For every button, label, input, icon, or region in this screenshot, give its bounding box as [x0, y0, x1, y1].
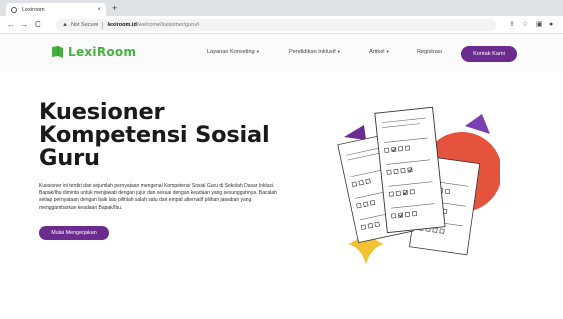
book-logo-icon: [51, 45, 64, 59]
back-button[interactable]: ←: [7, 20, 15, 29]
title-line: Kompetensi Sosial: [39, 122, 270, 148]
title-line: Kuesioner: [39, 99, 165, 125]
nav-label: Registrasi: [417, 49, 442, 55]
chevron-down-icon: ▾: [386, 49, 389, 54]
tab-close-icon[interactable]: ×: [97, 7, 101, 13]
chevron-down-icon: ▾: [337, 49, 340, 54]
new-tab-button[interactable]: +: [112, 3, 117, 13]
nav-label: Artikel: [369, 49, 385, 55]
nav-label: Pendidikan Inklusif: [289, 49, 336, 55]
site-favicon-icon: [11, 6, 17, 13]
not-secure-warning-icon: ▲: [62, 22, 68, 28]
url-path: /welcome/kuisioner/guru#: [136, 22, 200, 28]
hero-description: Kuesioner ini terdiri dari sejumlah pern…: [39, 183, 277, 211]
browser-tab[interactable]: Lexiroom ×: [6, 3, 106, 16]
logo-text: LexiRoom: [68, 45, 137, 59]
forward-button[interactable]: →: [20, 20, 28, 29]
nav-layanan-konseling[interactable]: Layanan Konseling ▾: [207, 49, 259, 55]
url-host: lexiroom.id: [107, 22, 137, 28]
profile-icon[interactable]: ●: [549, 20, 553, 29]
browser-toolbar: ← → C ▲ Not Secure lexiroom.id /welcome/…: [0, 16, 563, 34]
address-bar[interactable]: ▲ Not Secure lexiroom.id /welcome/kuisio…: [56, 19, 496, 31]
security-label: Not Secure: [70, 22, 99, 28]
page-title: Kuesioner Kompetensi Sosial Guru: [39, 101, 270, 170]
browser-tabstrip: Lexiroom × +: [0, 0, 563, 16]
questionnaire-illustration: [330, 100, 502, 265]
side-panel-icon[interactable]: ▣: [536, 20, 543, 29]
bookmark-star-icon[interactable]: ☆: [522, 20, 528, 29]
address-divider: [102, 21, 104, 29]
share-icon[interactable]: ⇪: [509, 20, 515, 29]
reload-button[interactable]: C: [35, 20, 41, 29]
title-line: Guru: [39, 145, 100, 171]
nav-pendidikan-inklusif[interactable]: Pendidikan Inklusif ▾: [289, 49, 340, 55]
nav-label: Layanan Konseling: [207, 49, 255, 55]
nav-artikel[interactable]: Artikel ▾: [369, 49, 389, 55]
nav-registrasi[interactable]: Registrasi: [417, 49, 442, 55]
contact-button[interactable]: Kontak Kami: [461, 46, 517, 62]
tab-title: Lexiroom: [22, 6, 45, 13]
chevron-down-icon: ▾: [256, 49, 259, 54]
logo[interactable]: LexiRoom: [51, 45, 136, 59]
start-questionnaire-button[interactable]: Mulai Mengerjakan: [39, 226, 109, 240]
